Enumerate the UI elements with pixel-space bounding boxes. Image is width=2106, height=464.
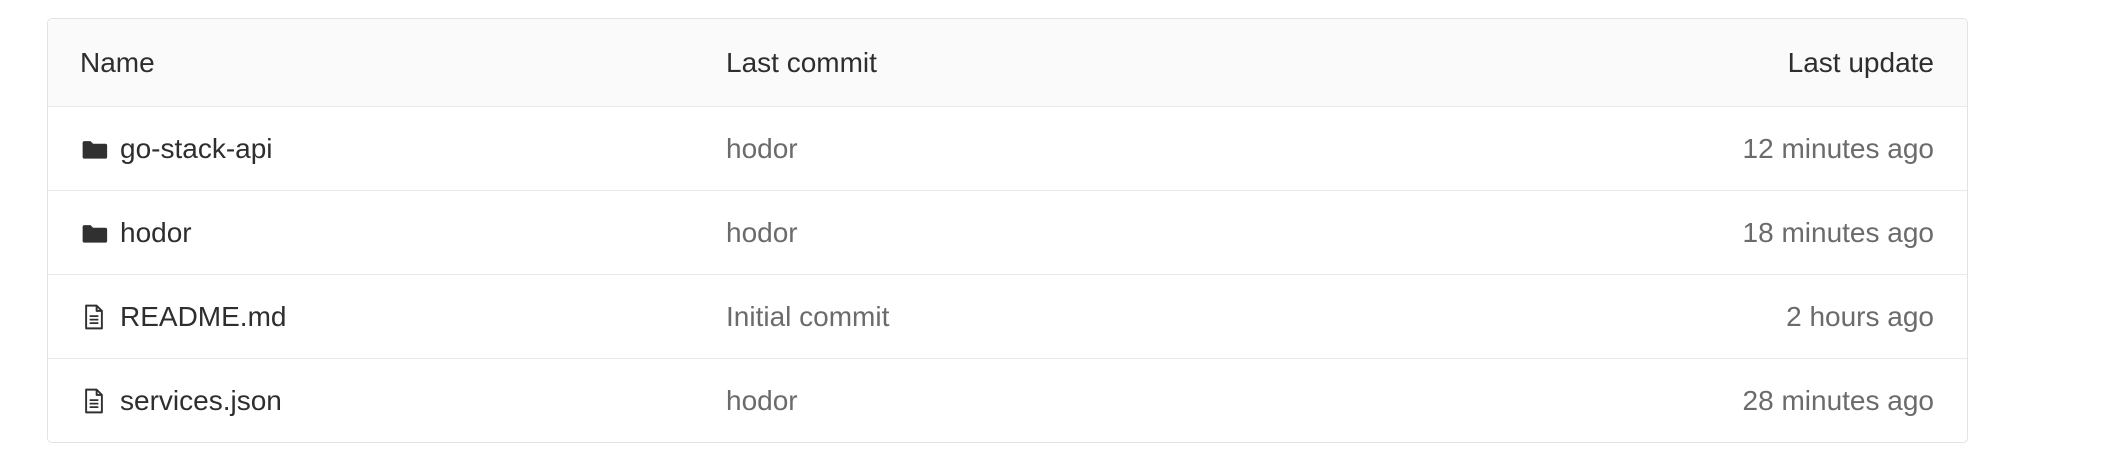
header-last-update: Last update (1787, 46, 1934, 78)
row-name-cell: go-stack-api (48, 133, 726, 165)
file-icon (80, 303, 108, 331)
folder-icon (80, 219, 108, 247)
table-row[interactable]: go-stack-api hodor 12 minutes ago (48, 106, 1967, 190)
file-icon (80, 387, 108, 415)
row-name-cell: hodor (48, 217, 726, 249)
last-update-time: 12 minutes ago (1742, 132, 1934, 164)
entry-link[interactable]: README.md (120, 301, 286, 333)
table-row[interactable]: hodor hodor 18 minutes ago (48, 190, 1967, 274)
header-last-commit: Last commit (726, 46, 877, 78)
last-commit-link[interactable]: hodor (726, 217, 1367, 249)
table-header: Name Last commit Last update (48, 19, 1967, 106)
header-name: Name (80, 46, 155, 78)
last-update-time: 28 minutes ago (1742, 384, 1934, 416)
table-row[interactable]: README.md Initial commit 2 hours ago (48, 274, 1967, 358)
entry-link[interactable]: services.json (120, 385, 282, 417)
row-name-cell: README.md (48, 301, 726, 333)
last-commit-link[interactable]: Initial commit (726, 301, 1367, 333)
folder-icon (80, 135, 108, 163)
file-table: Name Last commit Last update go-stack-ap… (47, 18, 1968, 443)
last-update-time: 2 hours ago (1786, 300, 1934, 332)
last-commit-link[interactable]: hodor (726, 385, 1367, 417)
last-commit-link[interactable]: hodor (726, 133, 1367, 165)
entry-link[interactable]: go-stack-api (120, 133, 273, 165)
row-name-cell: services.json (48, 385, 726, 417)
table-row[interactable]: services.json hodor 28 minutes ago (48, 358, 1967, 442)
entry-link[interactable]: hodor (120, 217, 192, 249)
last-update-time: 18 minutes ago (1742, 216, 1934, 248)
